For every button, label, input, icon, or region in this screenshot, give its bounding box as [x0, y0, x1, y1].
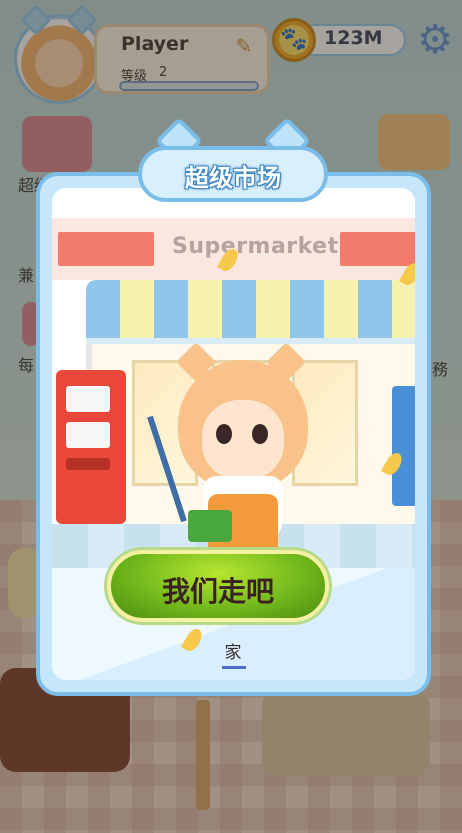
lets-go-label: 我们走吧 [161, 575, 274, 608]
sign-panel-right [340, 232, 415, 266]
vending-slot [66, 386, 110, 412]
dialog-title: 超级市场 [185, 164, 281, 192]
open-sign-box [392, 386, 415, 506]
striped-awning [86, 280, 415, 344]
supermarket-scene: Supermarket [52, 188, 415, 568]
vending-slot [66, 422, 110, 448]
dialog-title-banner: 超级市场 [138, 116, 328, 204]
eye-right [252, 424, 268, 444]
lets-go-button[interactable]: 我们走吧 [107, 550, 329, 622]
store-sign-text: Supermarket [172, 234, 339, 259]
sign-panel-left [58, 232, 154, 266]
vending-slot [66, 458, 110, 470]
vending-machine [56, 370, 126, 524]
home-link[interactable]: 家 [213, 638, 253, 663]
character-face [202, 400, 284, 480]
eye-left [216, 424, 232, 444]
home-link-underline [222, 666, 246, 669]
shopping-basket-icon [188, 510, 232, 542]
